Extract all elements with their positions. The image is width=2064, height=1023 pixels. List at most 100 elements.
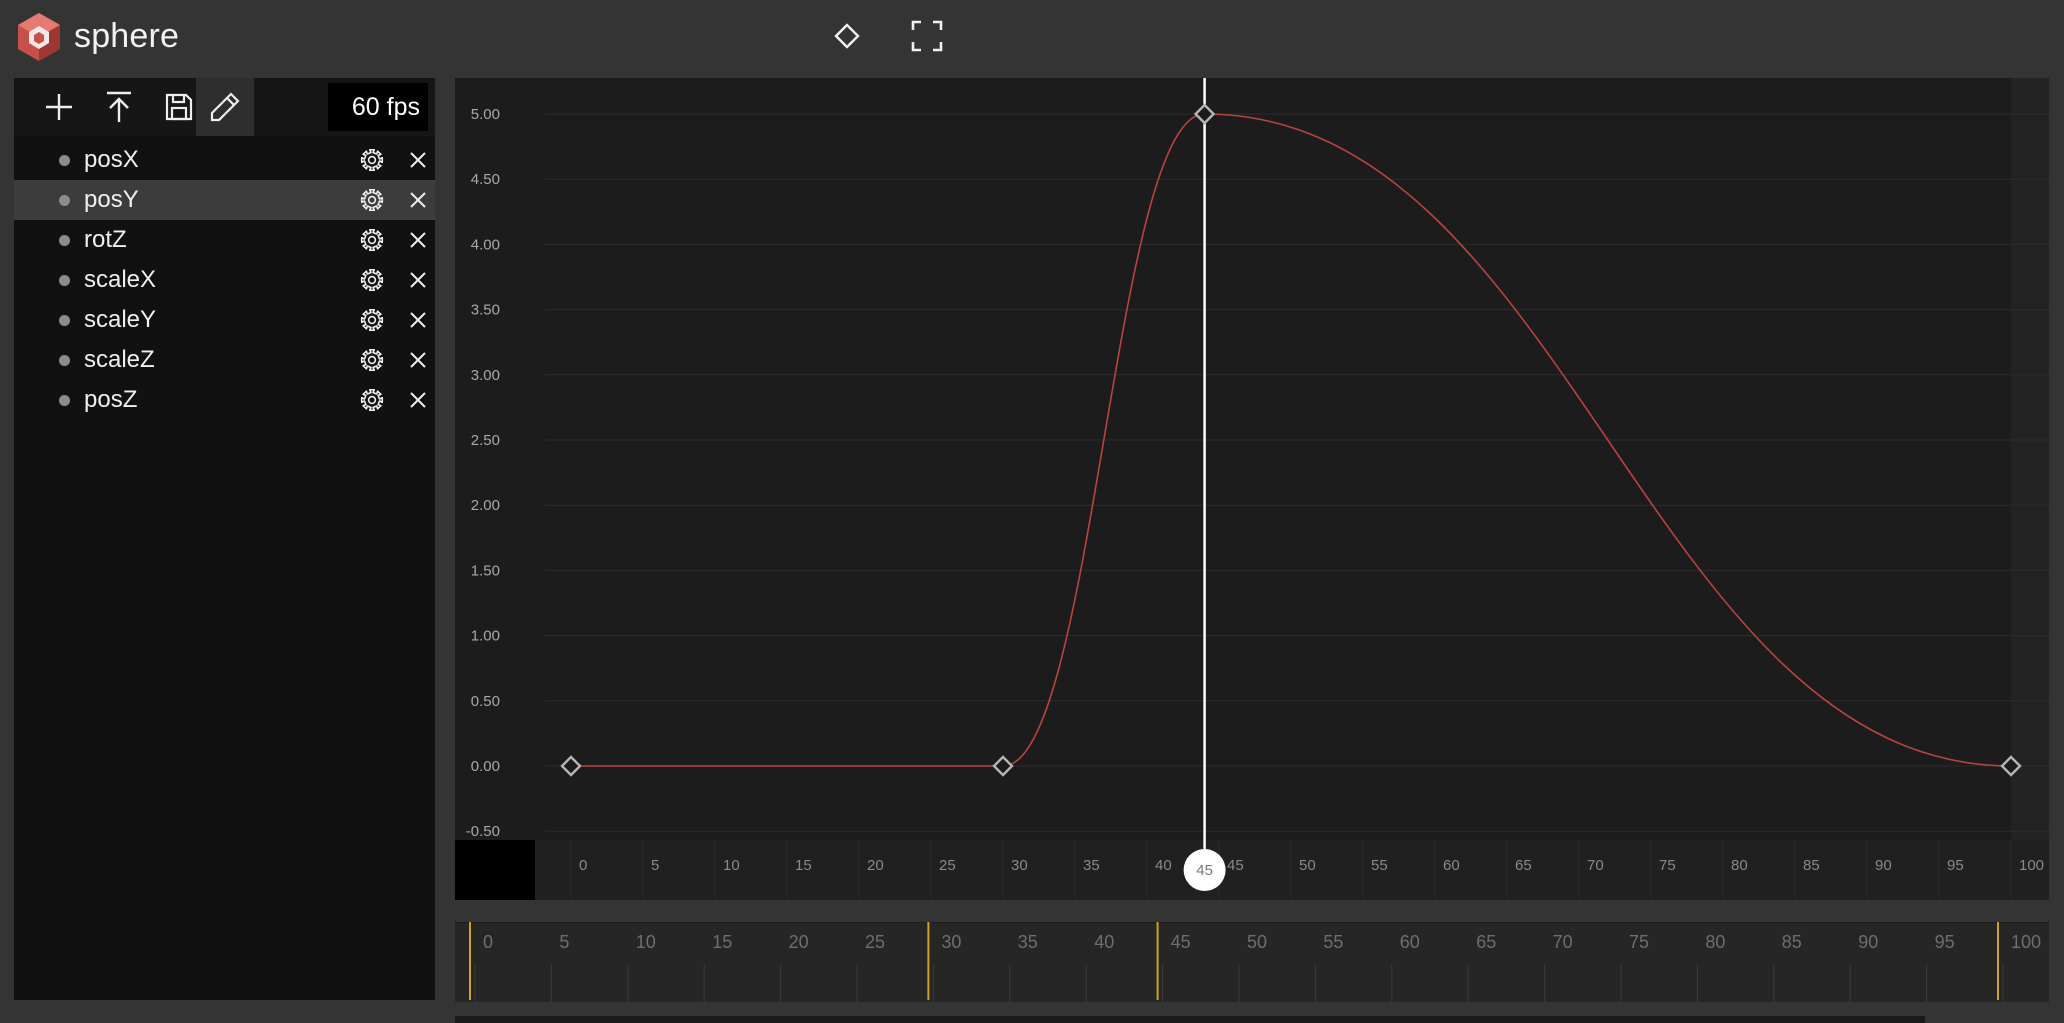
timeline-label: 10 [636, 932, 656, 952]
gear-icon[interactable] [360, 188, 384, 212]
fullscreen-icon [911, 20, 943, 52]
keyframe-diamond[interactable] [560, 755, 582, 777]
keyframe-diamond-button[interactable] [827, 16, 867, 56]
edit-button[interactable] [196, 78, 254, 136]
pencil-icon [210, 92, 240, 122]
y-tick-label: -0.50 [466, 823, 500, 840]
close-icon[interactable] [407, 389, 429, 411]
track-dot-icon [59, 275, 70, 286]
x-tick-label: 45 [1227, 857, 1244, 874]
timeline-label: 5 [559, 932, 569, 952]
app-title: sphere [74, 17, 180, 55]
gear-icon[interactable] [360, 388, 384, 412]
track-name: scaleZ [84, 346, 155, 373]
add-track-button[interactable] [30, 78, 88, 136]
gear-icon[interactable] [360, 148, 384, 172]
y-tick-label: 2.00 [471, 497, 500, 514]
x-tick-label: 75 [1659, 857, 1676, 874]
save-icon [165, 93, 193, 121]
close-icon[interactable] [407, 309, 429, 331]
timeline-label: 80 [1705, 932, 1725, 952]
x-tick-label: 5 [651, 857, 659, 874]
timeline-label: 35 [1018, 932, 1038, 952]
x-tick-label: 10 [723, 857, 740, 874]
track-dot-icon [59, 395, 70, 406]
close-icon[interactable] [407, 149, 429, 171]
x-tick-label: 50 [1299, 857, 1316, 874]
timeline-svg[interactable]: 0 5 10 15 20 25 30 35 40 45 50 55 60 65 70 75 80 85 90 95 10… [455, 922, 2049, 1002]
close-icon[interactable] [407, 349, 429, 371]
x-tick-label: 55 [1371, 857, 1388, 874]
fullscreen-button[interactable] [907, 16, 947, 56]
timeline-label: 45 [1171, 932, 1191, 952]
track-name: rotZ [84, 226, 127, 253]
x-tick-label: 70 [1587, 857, 1604, 874]
y-tick-label: 3.50 [471, 302, 500, 319]
x-tick-label: 20 [867, 857, 884, 874]
close-icon[interactable] [407, 229, 429, 251]
y-tick-label: 1.50 [471, 562, 500, 579]
x-tick-label: 40 [1155, 857, 1172, 874]
timeline-label: 50 [1247, 932, 1267, 952]
track-row-scaleZ[interactable]: scaleZ [14, 340, 435, 380]
track-list: posX posY rotZ scaleX scaleY scaleZ posZ [14, 140, 435, 420]
keyframe-diamond[interactable] [992, 755, 1014, 777]
close-icon[interactable] [407, 269, 429, 291]
x-tick-label: 100 [2019, 857, 2044, 874]
gear-icon[interactable] [360, 308, 384, 332]
y-tick-label: 3.00 [471, 367, 500, 384]
timeline-label: 85 [1782, 932, 1802, 952]
app-logo [16, 12, 62, 62]
x-tick-label: 25 [939, 857, 956, 874]
gear-icon[interactable] [360, 348, 384, 372]
track-row-scaleX[interactable]: scaleX [14, 260, 435, 300]
timeline-label: 40 [1094, 932, 1114, 952]
bottom-scrollbar[interactable] [455, 1016, 1925, 1023]
y-tick-label: 1.00 [471, 628, 500, 645]
track-dot-icon [59, 235, 70, 246]
x-tick-label: 30 [1011, 857, 1028, 874]
track-row-posX[interactable]: posX [14, 140, 435, 180]
track-toolbar: 60 fps [14, 78, 435, 136]
x-tick-label: 65 [1515, 857, 1532, 874]
track-dot-icon [59, 315, 70, 326]
timeline-label: 70 [1553, 932, 1573, 952]
playhead-label: 45 [1196, 862, 1213, 879]
timeline-label: 100 [2011, 932, 2041, 952]
track-name: posY [84, 186, 139, 213]
upload-icon [107, 91, 131, 122]
x-tick-label: 80 [1731, 857, 1748, 874]
plus-icon [46, 94, 72, 120]
track-row-posY[interactable]: posY [14, 180, 435, 220]
y-tick-label: 5.00 [471, 106, 500, 123]
track-row-rotZ[interactable]: rotZ [14, 220, 435, 260]
x-tick-label: 60 [1443, 857, 1460, 874]
export-button[interactable] [90, 78, 148, 136]
fps-display[interactable]: 60 fps [328, 83, 428, 131]
gear-icon[interactable] [360, 268, 384, 292]
timeline-label: 15 [712, 932, 732, 952]
track-dot-icon [59, 355, 70, 366]
timeline-label: 20 [789, 932, 809, 952]
y-tick-label: 0.50 [471, 693, 500, 710]
x-tick-label: 90 [1875, 857, 1892, 874]
timeline-ruler[interactable]: 0 5 10 15 20 25 30 35 40 45 50 55 60 65 70 75 80 85 90 95 10… [455, 922, 2049, 1002]
x-tick-label: 35 [1083, 857, 1100, 874]
track-name: scaleY [84, 306, 157, 333]
x-tick-label: 15 [795, 857, 812, 874]
timeline-label: 25 [865, 932, 885, 952]
timeline-label: 75 [1629, 932, 1649, 952]
keyframe-diamond[interactable] [1193, 103, 1216, 125]
track-row-scaleY[interactable]: scaleY [14, 300, 435, 340]
timeline-label: 65 [1476, 932, 1496, 952]
track-dot-icon [59, 195, 70, 206]
track-sidebar: 60 fps posX posY rotZ scaleX scaleY scaleZ pos… [14, 78, 435, 1000]
x-tick-label: 85 [1803, 857, 1820, 874]
curve-chart[interactable]: -0.50 0.00 0.50 1.00 1.50 2.00 2.50 3.00 3.50 4.0… [455, 78, 2049, 900]
timeline-label: 55 [1323, 932, 1343, 952]
y-tick-label: 0.00 [471, 758, 500, 775]
gear-icon[interactable] [360, 228, 384, 252]
close-icon[interactable] [407, 189, 429, 211]
track-row-posZ[interactable]: posZ [14, 380, 435, 420]
curve-graph[interactable]: -0.50 0.00 0.50 1.00 1.50 2.00 2.50 3.00 3.50 4.0… [455, 78, 2049, 900]
